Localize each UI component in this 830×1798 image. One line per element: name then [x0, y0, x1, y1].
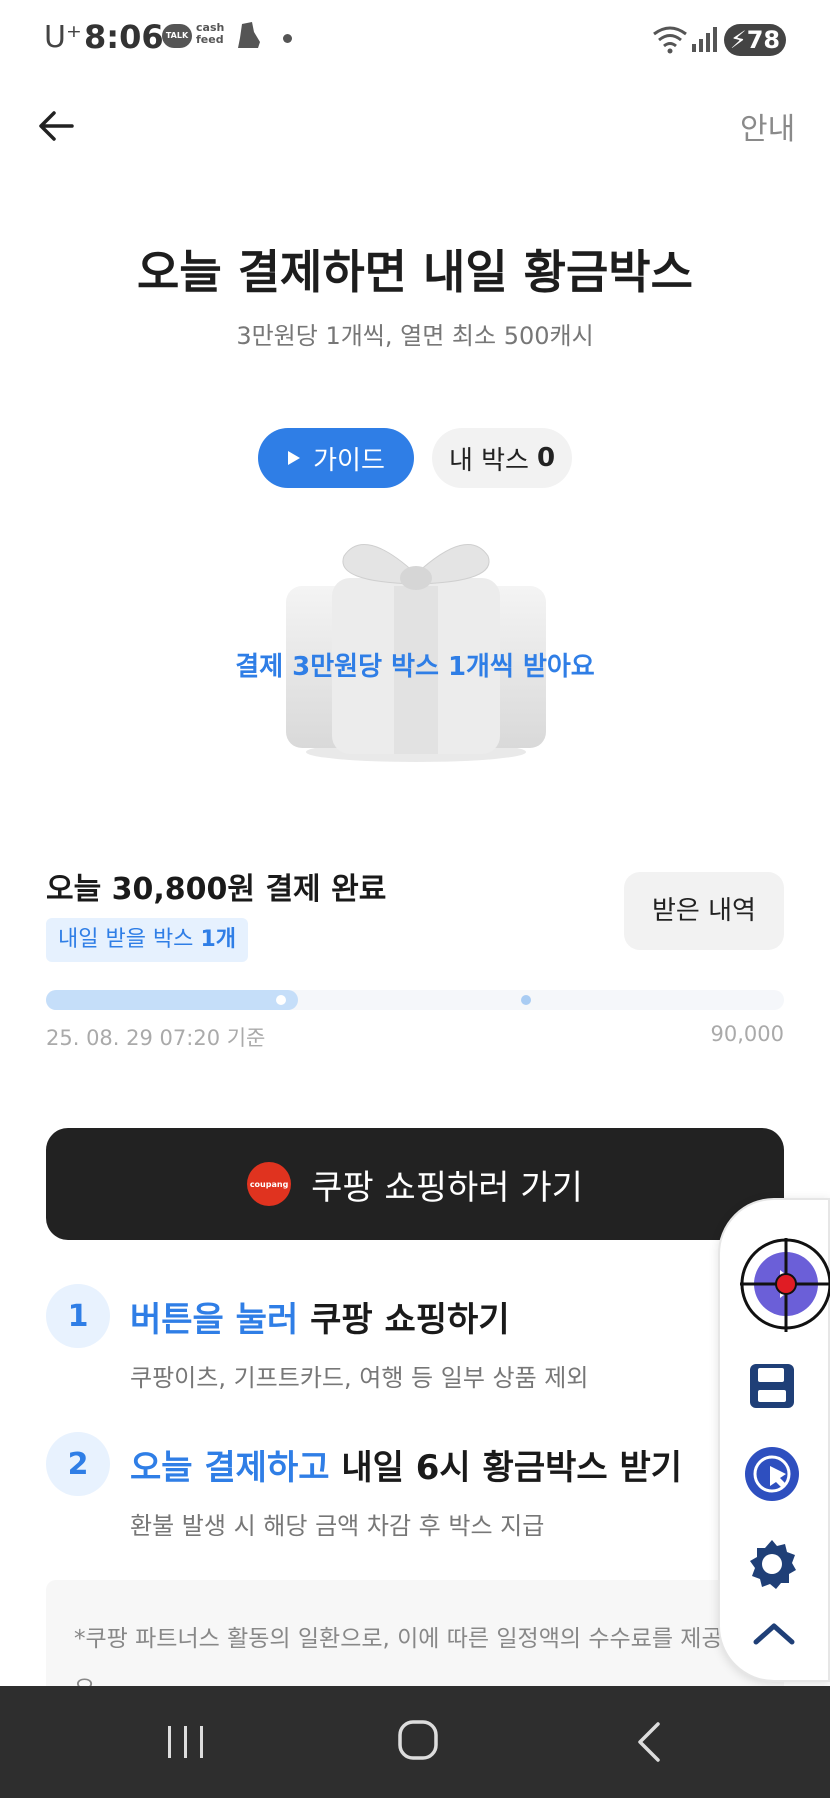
cashfeed-notification-icon: cash feed [196, 21, 225, 46]
shoe-notification-icon [238, 22, 260, 48]
coupang-logo-icon: coupang [247, 1162, 292, 1206]
guide-button-label: 가이드 [313, 445, 385, 476]
step-2-description: 환불 발생 시 해당 금액 차감 후 박스 지급 [130, 1512, 545, 1540]
step-2-title: 오늘 결제하고 내일 6시 황금박스 받기 [130, 1448, 683, 1488]
progress-max-value: 90,000 [710, 1022, 784, 1046]
status-time: 8:06 [84, 18, 164, 56]
tomorrow-box-label: 내일 받을 박스 [58, 927, 194, 952]
received-history-button[interactable]: 받은 내역 [624, 872, 784, 950]
guide-button[interactable]: 가이드 [258, 428, 414, 488]
carrier-label: U⁺ [44, 20, 82, 55]
system-back-icon[interactable] [630, 1720, 670, 1764]
step-1-title: 버튼을 눌러 쿠팡 쇼핑하기 [130, 1300, 510, 1340]
floating-toolbar [718, 1198, 830, 1682]
back-arrow-icon[interactable] [34, 104, 78, 148]
coupang-shopping-label: 쿠팡 쇼핑하러 가기 [311, 1167, 583, 1208]
progress-fill [46, 990, 298, 1010]
step-2-number: 2 [46, 1432, 110, 1496]
settings-gear-icon[interactable] [744, 1536, 800, 1592]
tomorrow-box-count: 1개 [200, 927, 236, 952]
battery-indicator: ⚡78 [724, 24, 786, 56]
signal-icon [692, 27, 717, 52]
my-box-badge[interactable]: 내 박스 0 [432, 428, 572, 488]
step-1-number: 1 [46, 1284, 110, 1348]
my-box-count: 0 [536, 443, 556, 473]
play-icon [288, 451, 301, 465]
save-icon[interactable] [746, 1360, 798, 1412]
talk-notification-icon: TALK [162, 24, 192, 48]
partners-notice: *쿠팡 파트너스 활동의 일환으로, 이에 따른 일정액의 수수료를 제공받아요 [46, 1580, 784, 1700]
page-subtitle: 3만원당 1개씩, 열면 최소 500캐시 [236, 322, 594, 350]
recent-apps-icon[interactable] [164, 1722, 208, 1762]
system-navigation-bar [0, 1686, 830, 1798]
gift-box-icon [286, 543, 546, 762]
my-box-label: 내 박스 [448, 445, 529, 476]
record-target-icon[interactable] [738, 1238, 830, 1332]
status-bar: U⁺ 8:06 TALK cash feed ⚡78 [0, 0, 830, 80]
wifi-icon [653, 26, 687, 54]
info-link[interactable]: 안내 [740, 104, 795, 148]
progress-milestone-dot [521, 995, 531, 1005]
progress-knob [276, 995, 286, 1005]
tap-gesture-icon[interactable] [742, 1444, 802, 1504]
step-1-description: 쿠팡이츠, 기프트카드, 여행 등 일부 상품 제외 [130, 1364, 589, 1392]
payment-complete-text: 오늘 30,800원 결제 완료 [46, 872, 387, 907]
as-of-timestamp: 25. 08. 29 07:20 기준 [46, 1026, 266, 1050]
tomorrow-box-badge: 내일 받을 박스 1개 [46, 918, 248, 962]
gift-caption: 결제 3만원당 박스 1개씩 받아요 [235, 652, 595, 682]
coupang-shopping-button[interactable]: coupang 쿠팡 쇼핑하러 가기 [46, 1128, 784, 1240]
more-notifications-dot [283, 34, 292, 43]
page-title: 오늘 결제하면 내일 황금박스 [137, 245, 693, 299]
chevron-up-icon[interactable] [750, 1618, 798, 1648]
home-icon[interactable] [396, 1718, 440, 1762]
